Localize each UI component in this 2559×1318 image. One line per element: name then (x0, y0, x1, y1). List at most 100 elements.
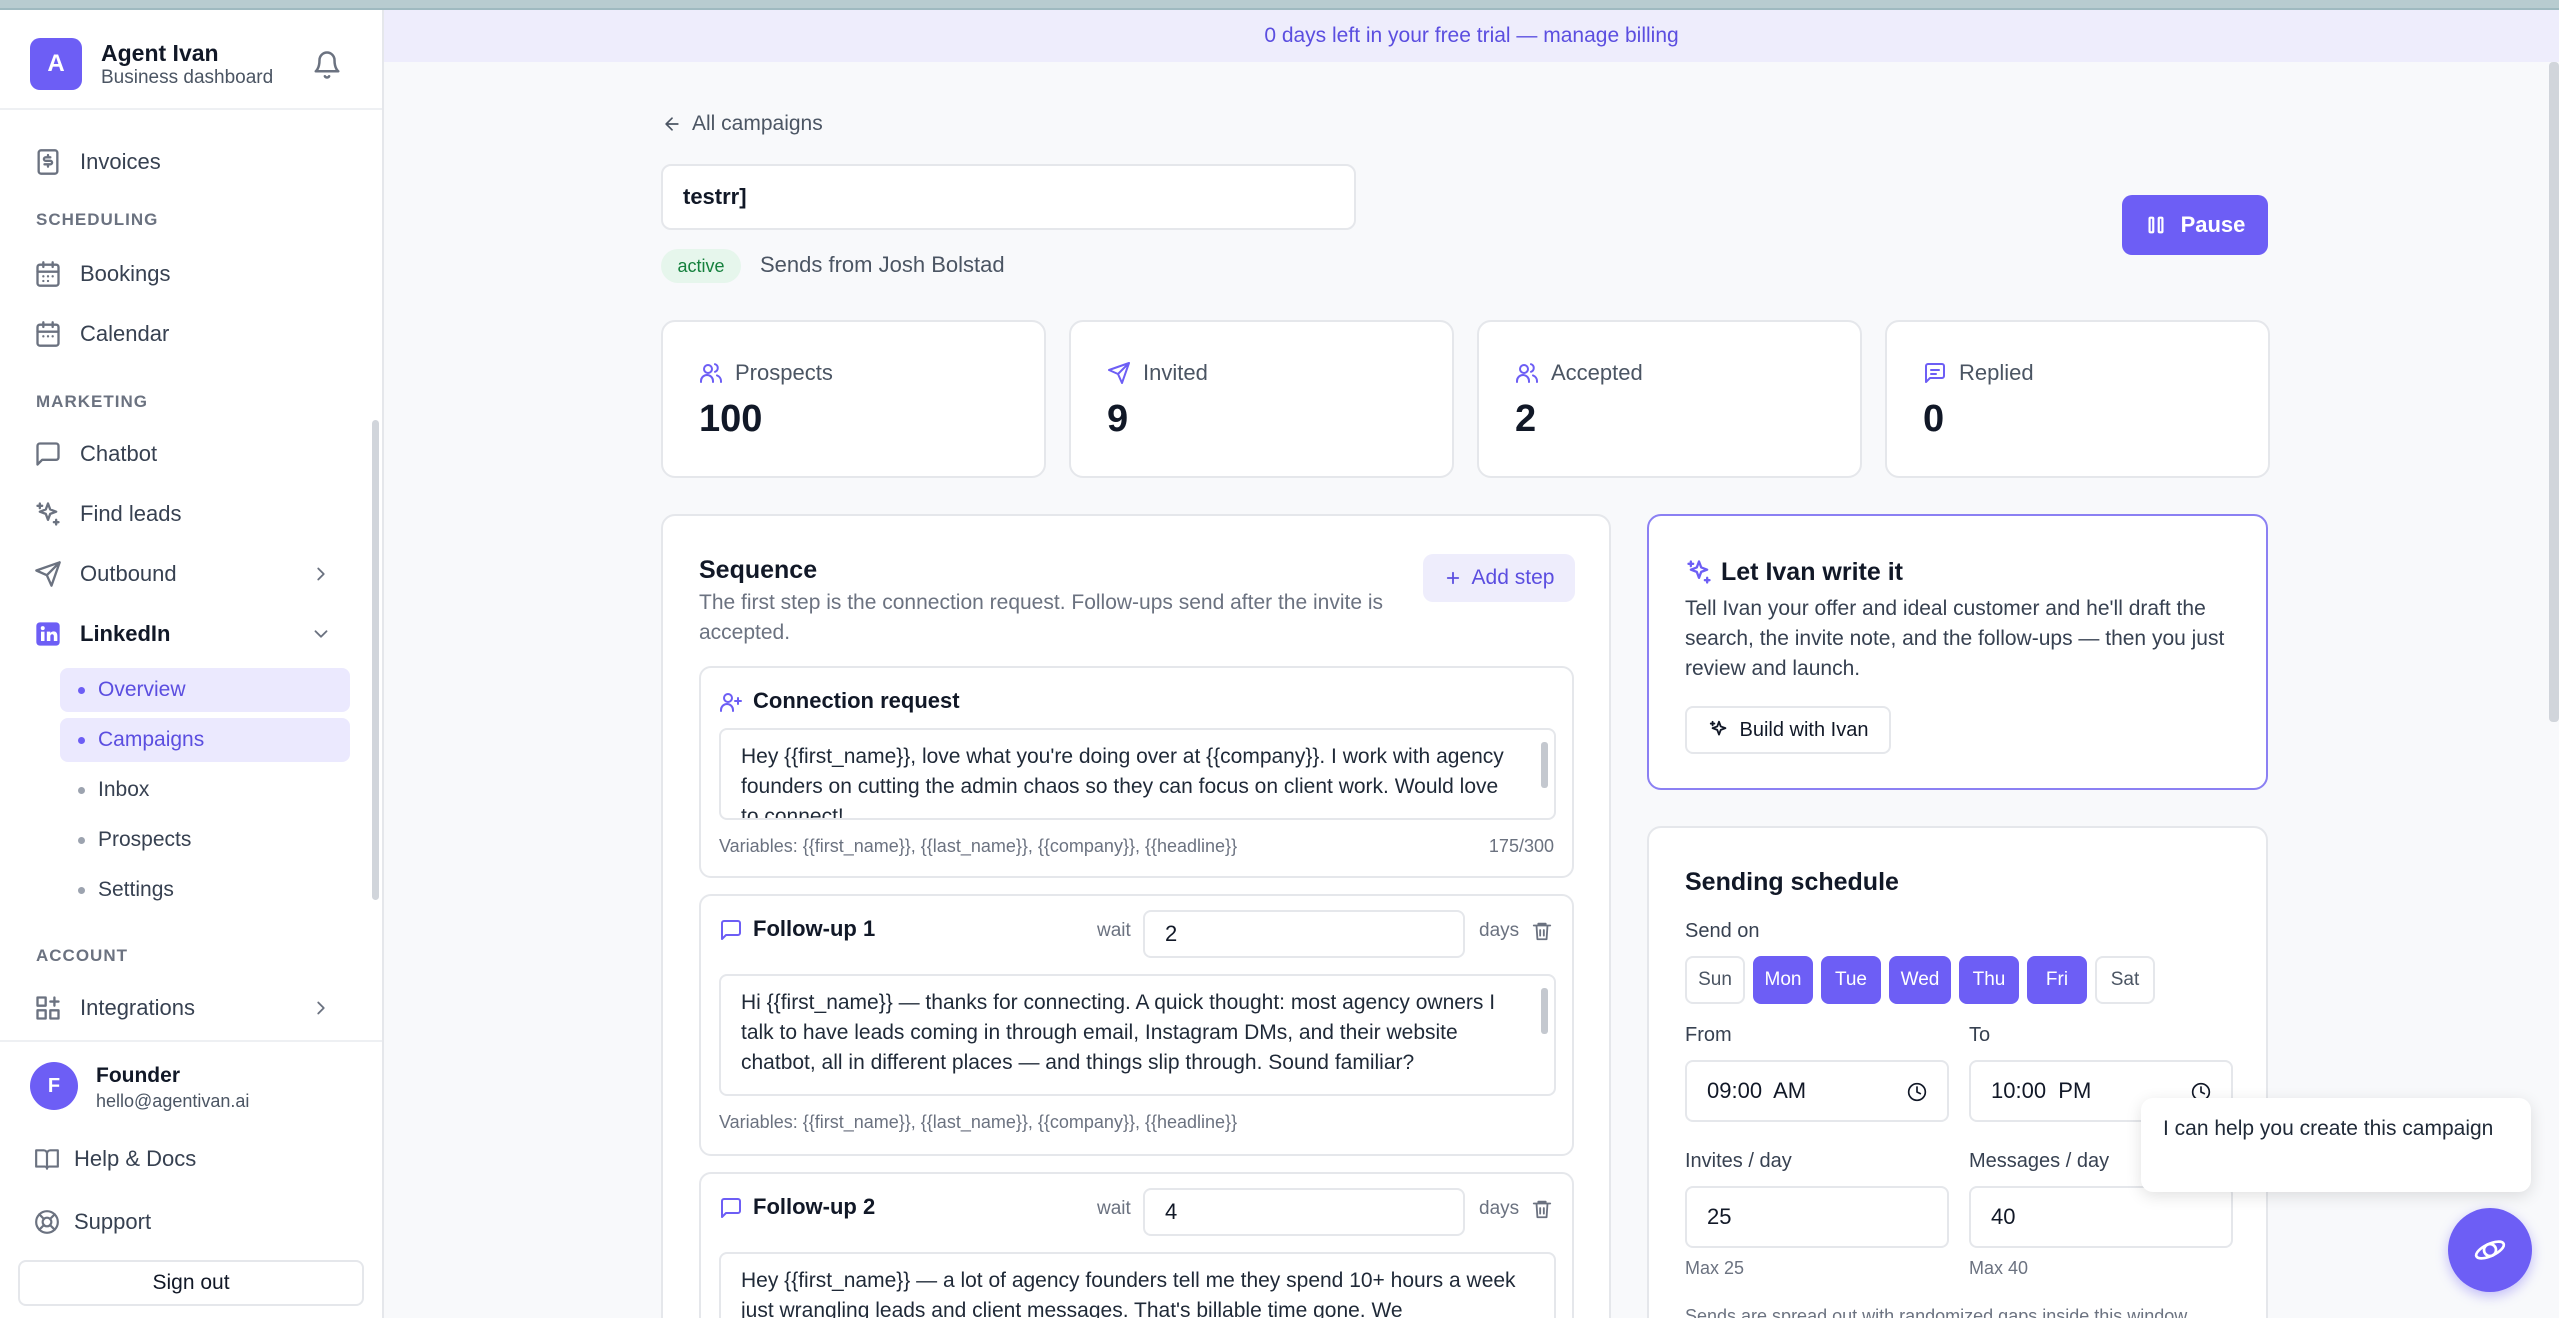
assistant-launcher-button[interactable] (2448, 1208, 2532, 1292)
day-toggle-sat[interactable]: Sat (2095, 956, 2155, 1004)
messages-per-day-input[interactable]: 40 (1969, 1186, 2233, 1248)
step-title: Follow-up 1 (753, 916, 876, 941)
sidebar-item-label: Integrations (80, 995, 195, 1020)
invites-per-day-input[interactable]: 25 (1685, 1186, 1949, 1248)
main-scrollbar[interactable] (2549, 62, 2559, 722)
message-text: Hi {{first_name}} — thanks for connectin… (741, 991, 1496, 1074)
sidebar-scrollbar[interactable] (372, 420, 379, 900)
schedule-title: Sending schedule (1685, 868, 1899, 896)
sidebar-item-invoices[interactable]: Invoices (34, 142, 161, 182)
sending-schedule-card: Sending schedule Send on Sun Mon Tue Wed… (1647, 826, 2268, 1318)
user-check-icon (1516, 363, 1538, 383)
user-avatar[interactable]: F (30, 1062, 78, 1110)
assistant-bubble[interactable]: I can help you create this campaign (2141, 1098, 2531, 1192)
wait-days-input[interactable]: 4 (1143, 1188, 1465, 1236)
section-scheduling: SCHEDULING (36, 210, 159, 229)
chat-icon (721, 1198, 741, 1218)
trash-icon[interactable] (1531, 920, 1553, 942)
follow-up-2-message-textarea[interactable]: Hey {{first_name}} — a lot of agency fou… (719, 1252, 1556, 1318)
sequence-title: Sequence (699, 556, 818, 584)
chevron-right-icon[interactable] (310, 563, 332, 585)
stat-label-row: Invited (1107, 360, 1208, 386)
sidebar-item-calendar[interactable]: Calendar (34, 314, 169, 354)
sidebar-item-label: LinkedIn (80, 621, 171, 646)
sidebar-item-integrations[interactable]: Integrations (34, 988, 195, 1028)
sidebar-item-linkedin[interactable]: LinkedIn (34, 614, 170, 654)
pause-button[interactable]: Pause (2122, 195, 2268, 255)
step-title: Connection request (753, 688, 960, 713)
section-account: ACCOUNT (36, 946, 128, 965)
day-toggle-wed[interactable]: Wed (1889, 956, 1951, 1004)
textarea-scrollbar[interactable] (1541, 988, 1548, 1034)
ivan-card-title: Let Ivan write it (1721, 558, 1903, 586)
schedule-footnote: Sends are spread out with randomized gap… (1685, 1306, 2192, 1318)
bullet-icon (78, 887, 85, 894)
build-with-ivan-button[interactable]: Build with Ivan (1685, 706, 1891, 754)
stat-label-row: Accepted (1515, 360, 1643, 386)
chevron-right-icon[interactable] (310, 997, 332, 1019)
window-top-strip (0, 0, 2559, 10)
sidebar-item-outbound[interactable]: Outbound (34, 554, 177, 594)
chevron-down-icon[interactable] (310, 623, 332, 645)
calendar-icon (36, 321, 60, 347)
to-label: To (1969, 1024, 1991, 1046)
day-toggle-sun[interactable]: Sun (1685, 956, 1745, 1004)
subnav-settings[interactable]: Settings (60, 868, 350, 912)
send-icon (1108, 362, 1130, 384)
support-link[interactable]: Support (34, 1205, 151, 1239)
sign-out-button[interactable]: Sign out (18, 1260, 364, 1306)
sidebar-item-label: Invoices (80, 149, 161, 174)
stat-card-accepted: Accepted 2 (1477, 320, 1862, 478)
sidebar-footer: F Founder hello@agentivan.ai Help & Docs… (0, 1040, 382, 1318)
sends-from-text: Sends from Josh Bolstad (760, 252, 1005, 277)
sidebar-header: A Agent Ivan Business dashboard (0, 10, 382, 110)
wait-label: wait (1097, 1198, 1131, 1219)
from-time-input[interactable]: 09:00 AM (1685, 1060, 1949, 1122)
user-email: hello@agentivan.ai (96, 1091, 250, 1111)
day-toggle-tue[interactable]: Tue (1821, 956, 1881, 1004)
trash-icon[interactable] (1531, 1198, 1553, 1220)
subnav-overview[interactable]: Overview (60, 668, 350, 712)
stat-label-row: Replied (1923, 360, 2034, 386)
day-toggle-fri[interactable]: Fri (2027, 956, 2087, 1004)
bell-icon[interactable] (312, 50, 342, 80)
stat-value: 2 (1515, 398, 1537, 440)
stat-card-replied: Replied 0 (1885, 320, 2270, 478)
subnav-inbox[interactable]: Inbox (60, 768, 350, 812)
linkedin-icon (36, 622, 60, 646)
add-step-button[interactable]: Add step (1423, 554, 1575, 602)
sidebar-item-chatbot[interactable]: Chatbot (34, 434, 157, 474)
sidebar-item-bookings[interactable]: Bookings (34, 254, 171, 294)
chat-icon (721, 920, 741, 940)
wait-label: wait (1097, 920, 1131, 941)
grid-plus-icon (36, 996, 60, 1020)
days-label: days (1479, 920, 1520, 941)
stat-label-row: Prospects (699, 360, 833, 386)
send-on-label: Send on (1685, 920, 1760, 942)
connection-message-textarea[interactable]: Hey {{first_name}}, love what you're doi… (719, 728, 1556, 820)
campaign-name-input[interactable] (661, 164, 1356, 230)
back-link[interactable]: All campaigns (662, 112, 823, 136)
day-toggle-thu[interactable]: Thu (1959, 956, 2019, 1004)
sidebar-item-find-leads[interactable]: Find leads (34, 494, 182, 534)
brand-avatar[interactable]: A (30, 38, 82, 90)
subnav-label: Settings (98, 878, 174, 901)
subnav-prospects[interactable]: Prospects (60, 818, 350, 862)
wait-days-input[interactable]: 2 (1143, 910, 1465, 958)
trial-banner[interactable]: 0 days left in your free trial — manage … (384, 10, 2559, 62)
help-docs-link[interactable]: Help & Docs (34, 1142, 196, 1176)
sidebar-item-label: Bookings (80, 261, 171, 286)
to-time-value: 10:00 PM (1991, 1078, 2092, 1103)
message-text: Hey {{first_name}} — a lot of agency fou… (741, 1269, 1516, 1318)
subnav-campaigns[interactable]: Campaigns (60, 718, 350, 762)
clock-icon[interactable] (1907, 1082, 1927, 1102)
invites-max-hint: Max 25 (1685, 1258, 1745, 1278)
follow-up-1-message-textarea[interactable]: Hi {{first_name}} — thanks for connectin… (719, 974, 1556, 1096)
orbit-icon (2474, 1240, 2506, 1260)
receipt-icon (37, 149, 59, 175)
day-toggle-mon[interactable]: Mon (1753, 956, 1813, 1004)
plus-icon (1446, 571, 1459, 585)
textarea-scrollbar[interactable] (1541, 742, 1548, 788)
stat-label: Replied (1959, 360, 2034, 385)
pause-icon (2148, 216, 2164, 234)
